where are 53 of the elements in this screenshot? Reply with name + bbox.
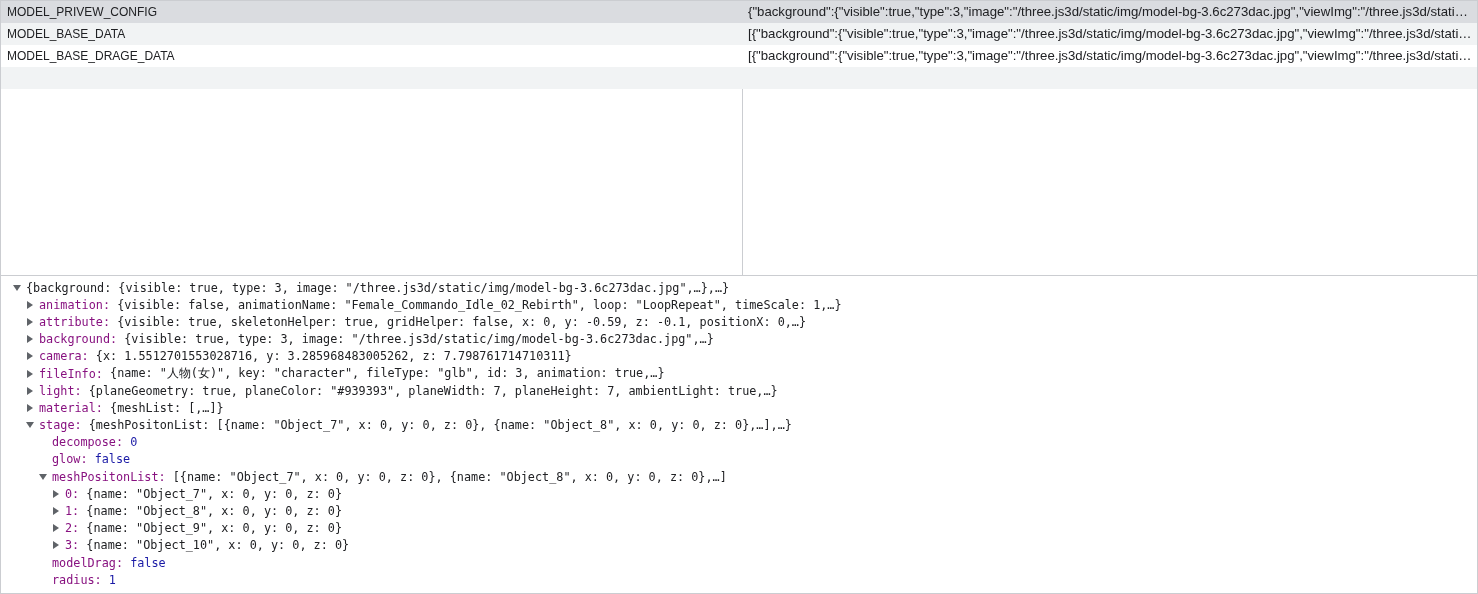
property-key: attribute: bbox=[39, 314, 111, 329]
property-key: 2: bbox=[65, 521, 80, 536]
property-value: {visible: true, skeletonHelper: true, gridHelper: false, x: 0, y: -0.59, z: -0.1, positionX: 0,…} bbox=[116, 314, 807, 329]
property-key: 0: bbox=[65, 486, 80, 501]
property-key: 3: bbox=[65, 538, 80, 553]
storage-key-cell[interactable]: MODEL_PRIVEW_CONFIG bbox=[1, 1, 742, 23]
property-key: fileInfo: bbox=[39, 366, 103, 381]
expanded-arrow-icon[interactable] bbox=[26, 421, 34, 430]
property-value: {name: "Object_9", x: 0, y: 0, z: 0} bbox=[85, 521, 342, 536]
collapsed-arrow-icon[interactable] bbox=[26, 317, 34, 326]
storage-value-cell[interactable]: {"background":{"visible":true,"type":3,"image":"/three.js3d/static/img/model-bg-3.6c273dac.jpg","viewImg":"/three.js3d/stati… bbox=[742, 1, 1477, 23]
property-key: decompose: bbox=[52, 435, 124, 450]
property-value: {x: 1.5512701553028716, y: 3.285968483005262, z: 7.798761714710311} bbox=[94, 349, 572, 364]
property-key: light: bbox=[39, 383, 82, 398]
property-value: {meshPositonList: [{name: "Object_7", x: 0, y: 0, z: 0}, {name: "Object_8", x: 0, y: 0, z: 0},…],…} bbox=[87, 418, 792, 433]
property-value: {name: "Object_8", x: 0, y: 0, z: 0} bbox=[85, 504, 342, 519]
collapsed-arrow-icon[interactable] bbox=[26, 352, 34, 361]
collapsed-arrow-icon[interactable] bbox=[26, 403, 34, 412]
collapsed-arrow-icon[interactable] bbox=[52, 489, 60, 498]
property-key: glow: bbox=[52, 452, 88, 467]
property-key: background: bbox=[39, 332, 118, 347]
collapsed-arrow-icon[interactable] bbox=[26, 386, 34, 395]
property-value: {name: "Object_7", x: 0, y: 0, z: 0} bbox=[85, 486, 342, 501]
property-value: {visible: false, animationName: "Female_Commando_Idle_02_Rebirth", loop: "LoopRepeat", timeScale: 1,…} bbox=[116, 297, 842, 312]
property-value: [{name: "Object_7", x: 0, y: 0, z: 0}, {name: "Object_8", x: 0, y: 0, z: 0},…] bbox=[171, 469, 727, 484]
expanded-arrow-icon[interactable] bbox=[39, 472, 47, 481]
property-value: {visible: true, type: 3, image: "/three.js3d/static/img/model-bg-3.6c273dac.jpg",…} bbox=[123, 332, 714, 347]
property-value: {planeGeometry: true, planeColor: "#939393", planeWidth: 7, planeHeight: 7, ambientLight: true,…} bbox=[87, 383, 778, 398]
property-value: {name: "Object_10", x: 0, y: 0, z: 0} bbox=[85, 538, 350, 553]
property-value: {name: "人物(女)", key: "character", fileType: "glb", id: 3, animation: true,…} bbox=[109, 365, 665, 382]
collapsed-arrow-icon[interactable] bbox=[52, 541, 60, 550]
collapsed-arrow-icon[interactable] bbox=[26, 369, 34, 378]
collapsed-arrow-icon[interactable] bbox=[26, 300, 34, 309]
property-key: animation: bbox=[39, 297, 111, 312]
property-value: {background: {visible: true, type: 3, image: "/three.js3d/static/img/model-bg-3.6c273dac.jpg",…},…} bbox=[26, 280, 730, 295]
expanded-arrow-icon[interactable] bbox=[13, 283, 21, 292]
collapsed-arrow-icon[interactable] bbox=[52, 507, 60, 516]
storage-value-cell[interactable]: [{"background":{"visible":true,"type":3,"image":"/three.js3d/static/img/model-bg-3.6c273dac.jpg","viewImg":"/three.js3d/stati… bbox=[742, 23, 1477, 45]
property-key: 1: bbox=[65, 504, 80, 519]
storage-key-cell[interactable]: MODEL_BASE_DATA bbox=[1, 23, 742, 45]
property-value: {meshList: [,…]} bbox=[109, 400, 224, 415]
property-value: 1 bbox=[107, 572, 116, 587]
property-value: 0 bbox=[129, 435, 138, 450]
collapsed-arrow-icon[interactable] bbox=[52, 524, 60, 533]
property-value: false bbox=[129, 555, 166, 570]
property-key: meshPositonList: bbox=[52, 469, 166, 484]
property-key: camera: bbox=[39, 349, 89, 364]
collapsed-arrow-icon[interactable] bbox=[26, 335, 34, 344]
property-key: modelDrag: bbox=[52, 555, 124, 570]
property-key: stage: bbox=[39, 418, 82, 433]
property-key: material: bbox=[39, 400, 103, 415]
property-value: false bbox=[93, 452, 131, 467]
property-key: radius: bbox=[52, 572, 102, 587]
